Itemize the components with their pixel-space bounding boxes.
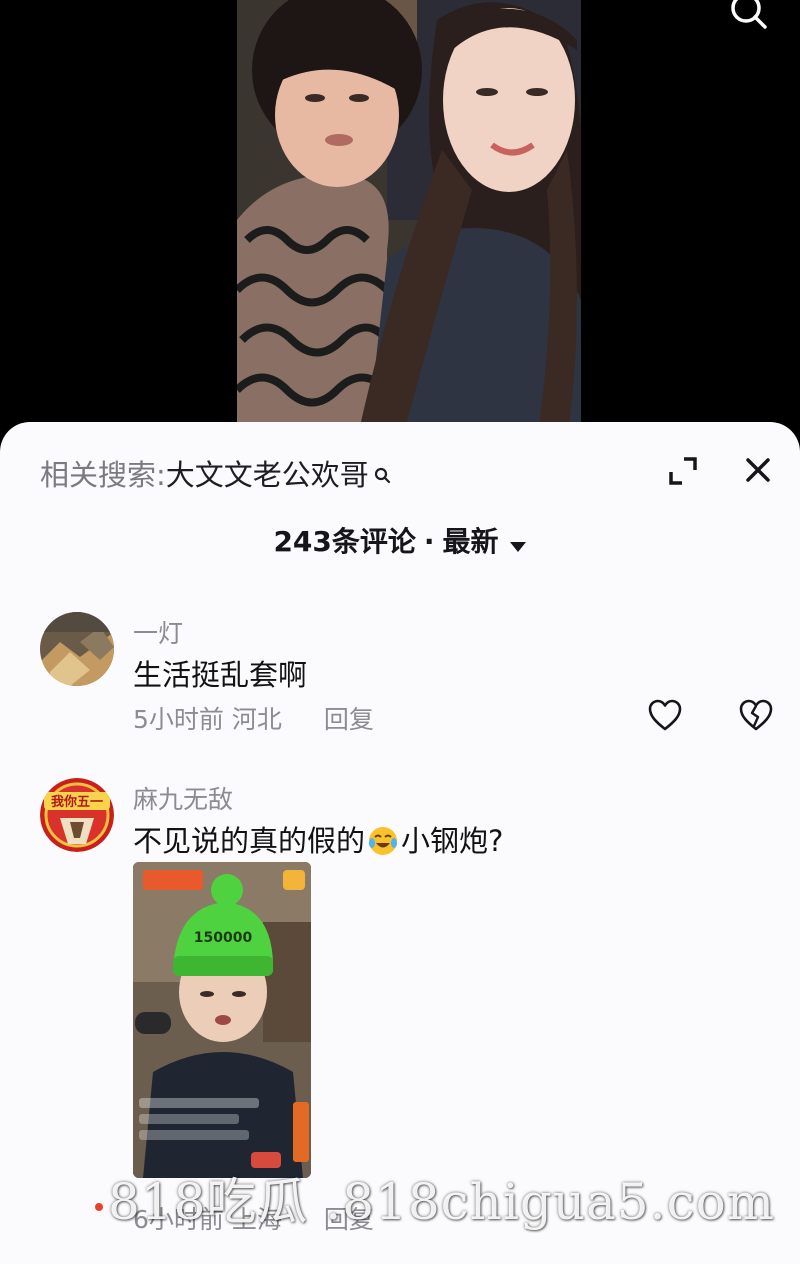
comment-text: 生活挺乱套啊 — [133, 658, 308, 692]
dislike-icon — [739, 699, 773, 731]
comment-image[interactable]: 150000 — [133, 862, 311, 1178]
related-search-link[interactable]: 相关搜索:大文文老公欢哥 — [40, 452, 391, 494]
comment-text-before: 不见说的真的假的 — [133, 824, 366, 858]
expand-button[interactable] — [666, 454, 700, 488]
dislike-button[interactable] — [738, 698, 774, 732]
reply-button[interactable]: 回复 — [324, 705, 374, 734]
comment-username[interactable]: 麻九无敌 — [133, 780, 233, 816]
comment-count-sort[interactable]: 243条评论 · 最新 — [0, 520, 800, 560]
avatar[interactable]: 我你五一 — [40, 778, 114, 852]
video-frame-image — [237, 0, 581, 440]
comment-time: 5小时前 — [133, 705, 224, 734]
comment-text-after: 小钢炮? — [401, 824, 504, 858]
comment-count: 243条评论 — [273, 525, 416, 558]
beanie-text: 150000 — [194, 930, 253, 946]
video-player[interactable] — [237, 0, 581, 440]
reply-button[interactable]: 回复 — [324, 1205, 374, 1234]
comment-location: 河北 — [231, 705, 282, 734]
related-search-prefix: 相关搜索: — [40, 458, 166, 492]
like-button[interactable] — [647, 698, 683, 732]
expand-icon — [669, 457, 697, 485]
comment-sheet: 相关搜索:大文文老公欢哥 243条评论 · 最新 一灯 生活挺乱套啊 5小时前 … — [0, 422, 800, 1264]
app-root: 相关搜索:大文文老公欢哥 243条评论 · 最新 一灯 生活挺乱套啊 5小时前 … — [0, 0, 800, 1264]
sort-down-icon — [509, 527, 527, 560]
comment-username[interactable]: 一灯 — [133, 614, 183, 650]
comment-location: 上海 — [231, 1205, 282, 1234]
separator: · — [423, 525, 435, 558]
avatar-text: 我你五一 — [51, 794, 103, 810]
heart-icon — [648, 699, 682, 731]
search-icon — [373, 460, 391, 494]
search-button[interactable] — [728, 0, 776, 30]
close-icon — [746, 458, 770, 482]
close-button[interactable] — [742, 454, 774, 486]
avatar[interactable] — [40, 612, 114, 686]
watermark-dot — [95, 1203, 103, 1211]
comment-meta: 5小时前 河北 回复 — [133, 700, 374, 736]
laughing-crying-emoji — [368, 826, 398, 856]
comment-time: 6小时前 — [133, 1205, 224, 1234]
related-search-keyword: 大文文老公欢哥 — [165, 458, 369, 492]
comment-meta: 6小时前 上海 回复 — [133, 1200, 374, 1236]
comment-text: 不见说的真的假的 小钢炮? — [133, 818, 503, 860]
search-icon — [731, 0, 767, 29]
sort-label: 最新 — [442, 525, 499, 558]
